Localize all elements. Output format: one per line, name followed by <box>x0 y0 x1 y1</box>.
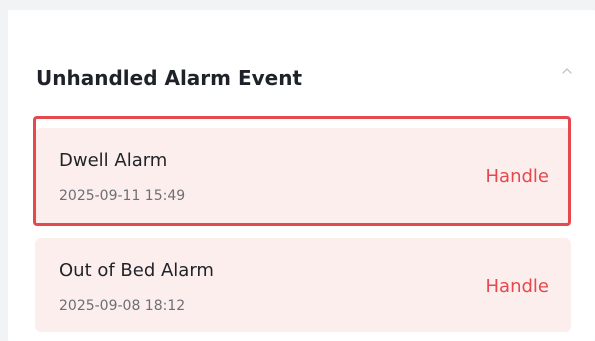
alarm-time: 2025-09-11 15:49 <box>59 188 186 204</box>
alarm-item-out-of-bed[interactable]: Out of Bed Alarm 2025-09-08 18:12 Handle <box>35 238 571 332</box>
alarm-item-dwell[interactable]: Dwell Alarm 2025-09-11 15:49 Handle <box>35 128 571 224</box>
handle-button[interactable]: Handle <box>486 276 549 297</box>
section-header: Unhandled Alarm Event <box>36 60 302 96</box>
alarm-name: Dwell Alarm <box>59 150 168 171</box>
chevron-up-icon[interactable] <box>561 65 573 77</box>
handle-button[interactable]: Handle <box>486 166 549 187</box>
alarm-time: 2025-09-08 18:12 <box>59 298 186 314</box>
section-title: Unhandled Alarm Event <box>36 66 303 90</box>
alarm-name: Out of Bed Alarm <box>59 260 214 281</box>
alarm-panel: Unhandled Alarm Event Dwell Alarm 2025-0… <box>8 10 595 341</box>
